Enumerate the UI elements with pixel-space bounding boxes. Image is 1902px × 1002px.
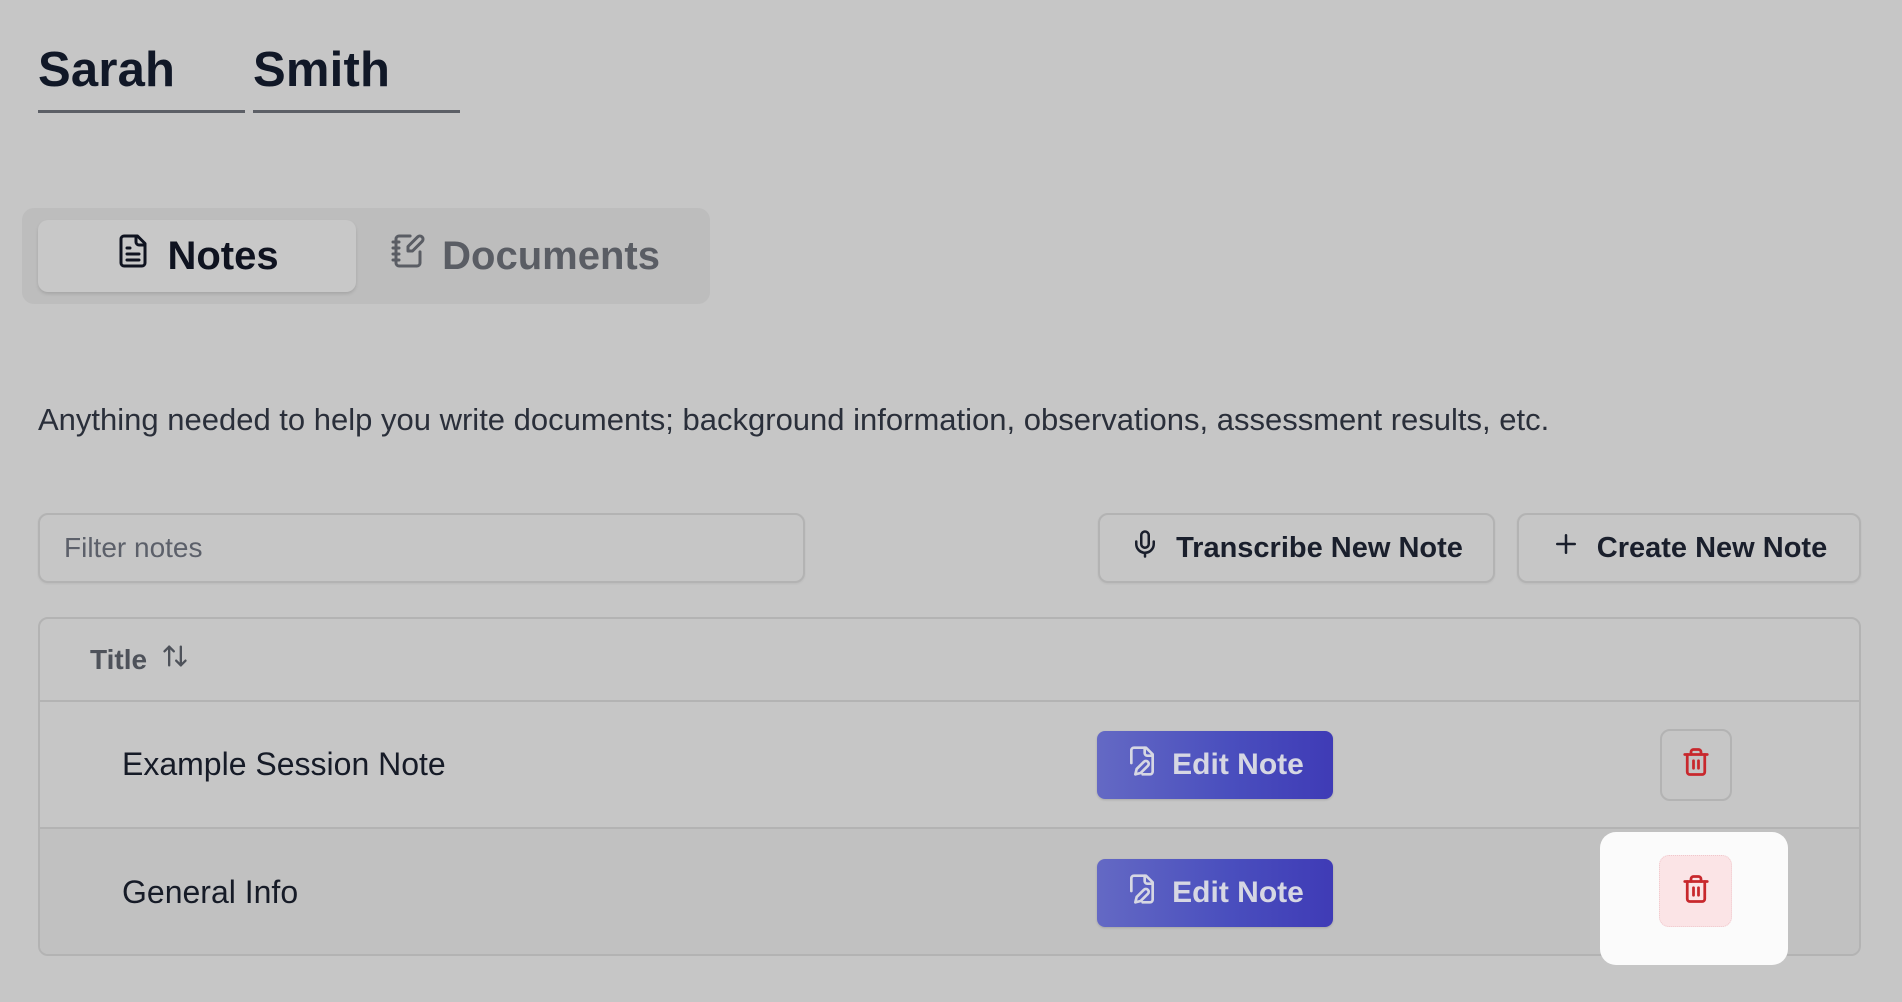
table-header-title[interactable]: Title	[40, 619, 1859, 702]
note-title[interactable]: Example Session Note	[122, 746, 446, 783]
table-row: Example Session Note Edit Note	[40, 702, 1859, 829]
first-name-field[interactable]: Sarah	[38, 30, 245, 113]
file-text-icon	[115, 233, 151, 279]
tab-notes[interactable]: Notes	[38, 220, 357, 292]
file-pen-icon	[1126, 745, 1158, 785]
edit-note-label: Edit Note	[1172, 875, 1304, 909]
column-title-label: Title	[90, 643, 148, 675]
tab-documents-label: Documents	[442, 233, 660, 278]
delete-note-button[interactable]	[1660, 728, 1732, 801]
sort-arrows-icon[interactable]	[161, 642, 189, 677]
client-name: Sarah Smith	[38, 30, 460, 113]
trash-icon	[1681, 874, 1711, 909]
filter-notes-input[interactable]	[38, 513, 805, 583]
edit-note-button[interactable]: Edit Note	[1097, 858, 1333, 927]
tab-list: Notes Documents	[22, 208, 710, 304]
transcribe-new-note-button[interactable]: Transcribe New Note	[1098, 513, 1495, 583]
last-name-field[interactable]: Smith	[253, 30, 460, 113]
edit-note-label: Edit Note	[1172, 747, 1304, 781]
plus-icon	[1551, 529, 1581, 567]
notes-table: Title Example Session Note Edit Note Gen…	[38, 617, 1861, 956]
create-label: Create New Note	[1596, 531, 1828, 564]
note-title[interactable]: General Info	[122, 874, 298, 911]
delete-note-button-focused[interactable]	[1659, 855, 1732, 927]
edit-note-button[interactable]: Edit Note	[1097, 730, 1333, 799]
create-new-note-button[interactable]: Create New Note	[1517, 513, 1861, 583]
file-pen-icon	[1126, 873, 1158, 913]
transcribe-label: Transcribe New Note	[1176, 531, 1463, 564]
trash-icon	[1681, 747, 1711, 782]
microphone-icon	[1130, 529, 1160, 567]
tab-documents[interactable]: Documents	[356, 220, 694, 292]
tab-notes-label: Notes	[167, 233, 279, 278]
table-row: General Info Edit Note	[40, 829, 1859, 954]
notes-description: Anything needed to help you write docume…	[38, 402, 1550, 437]
notebook-pen-icon	[390, 233, 426, 279]
